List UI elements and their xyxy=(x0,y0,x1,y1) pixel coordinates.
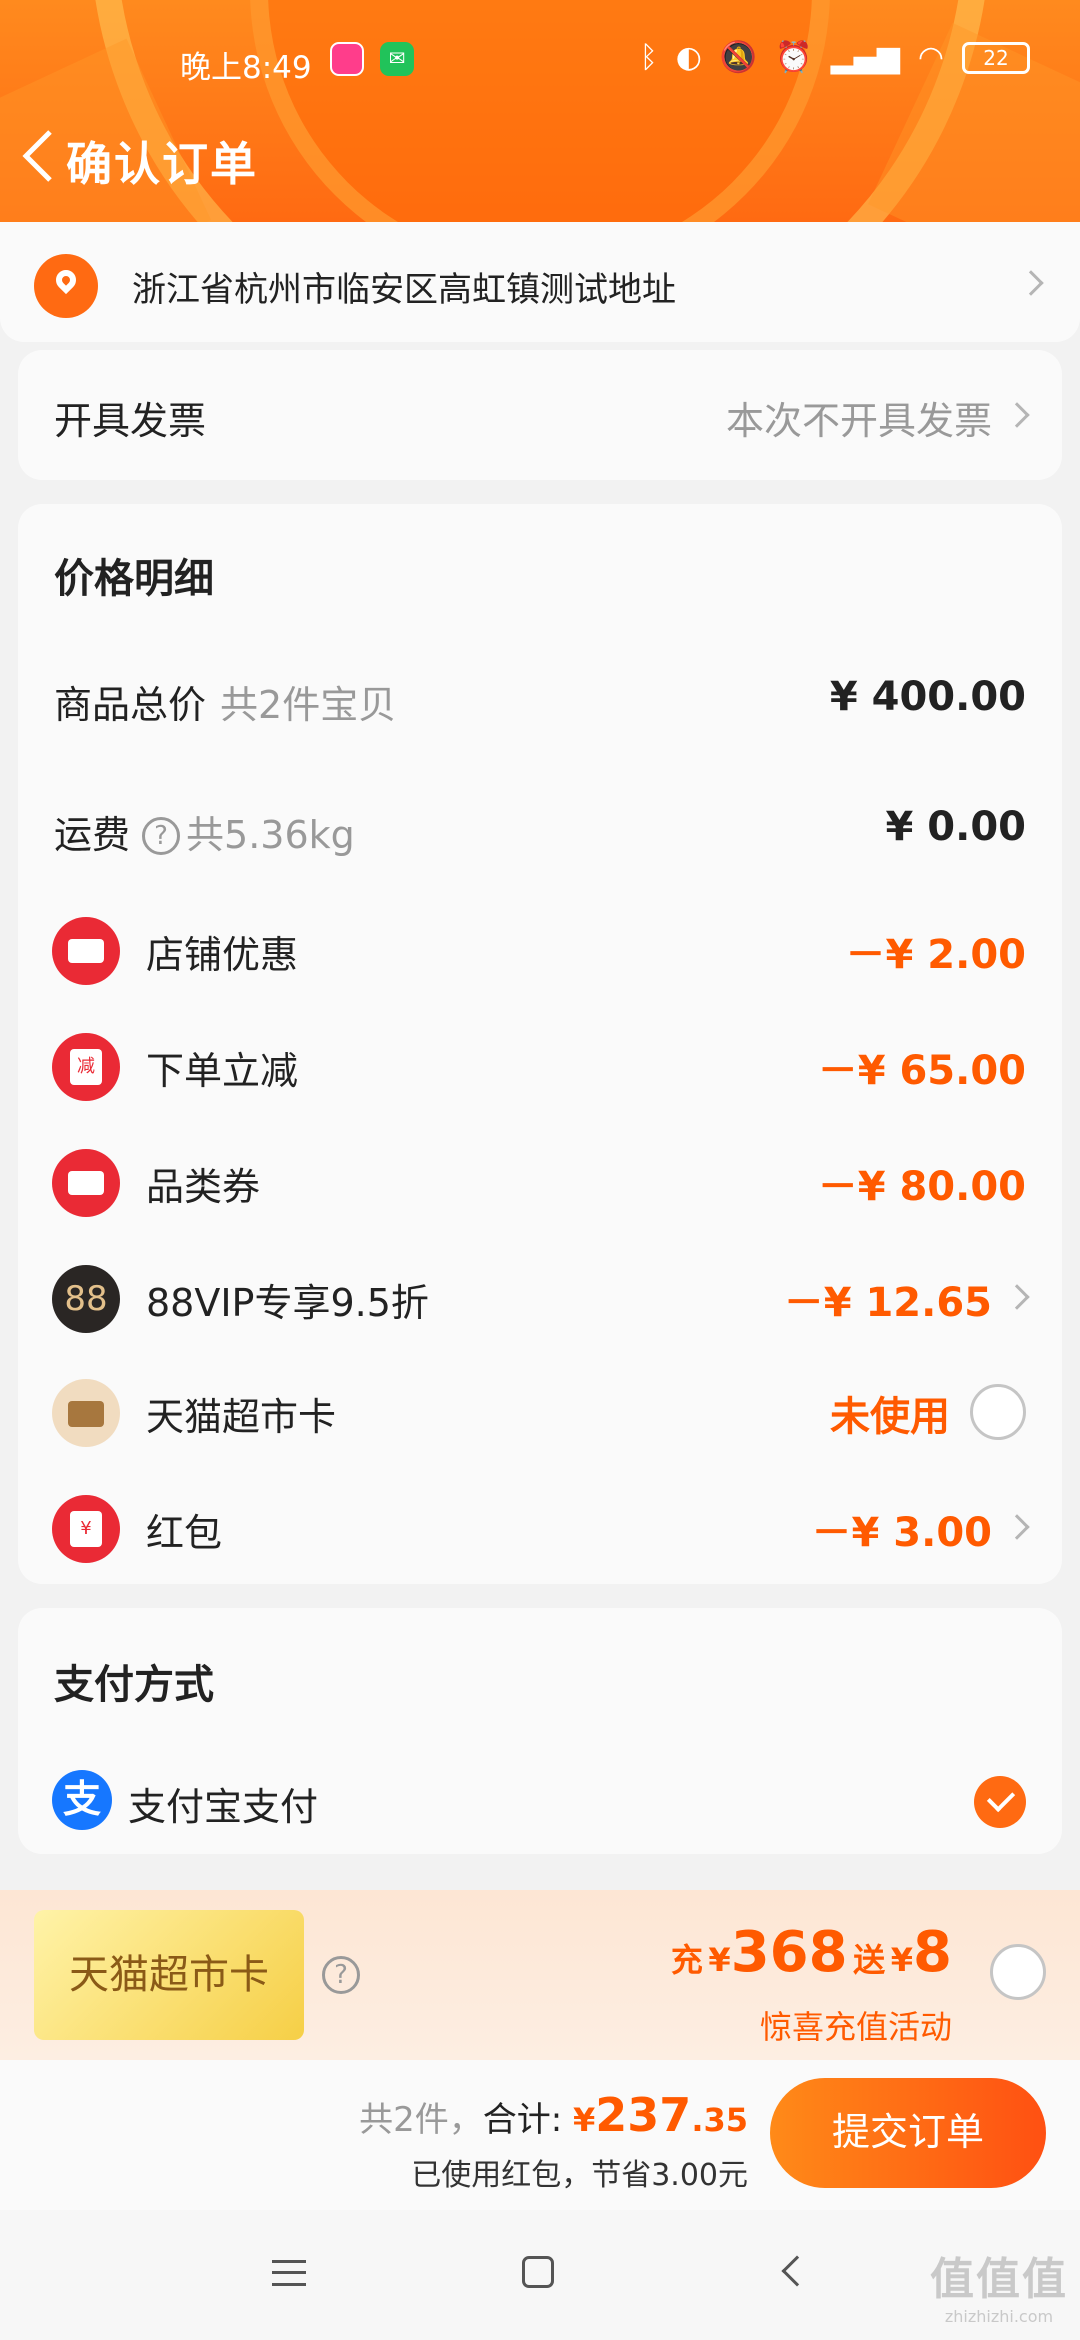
total-line: 共2件，合计: ¥237.35 xyxy=(359,2088,748,2142)
system-nav-bar: 值值值 zhizhizhi.com xyxy=(0,2210,1080,2340)
checkout-bar: 共2件，合计: ¥237.35 已使用红包，节省3.00元 提交订单 xyxy=(0,2060,1080,2210)
invoice-value: 本次不开具发票 xyxy=(725,399,992,443)
recharge-offer: 充 ¥368 送 ¥8 xyxy=(670,1920,952,1985)
wechat-icon: ✉ xyxy=(380,42,414,76)
question-icon[interactable]: ? xyxy=(322,1956,360,1994)
goods-total-text: 商品总价 xyxy=(54,683,207,727)
alipay-label[interactable]: 支付宝支付 xyxy=(128,1776,318,1831)
tmall-card-badge: 天猫超市卡 xyxy=(34,1910,304,2040)
shipping-amount: ¥ 0.00 xyxy=(885,804,1026,850)
tmall-card-radio[interactable] xyxy=(970,1384,1026,1440)
total-amount: ¥237.35 xyxy=(573,2088,748,2142)
discount-label: 下单立减 xyxy=(146,1049,299,1093)
status-bar: 晚上8:49 ✉ ᛒ ◐ 🔕 ⏰ ▂▄▆ ◠ 22 xyxy=(0,30,1080,90)
discount-row-category[interactable]: 品类券 －¥ 80.00 xyxy=(18,1142,1062,1222)
page-title: 确认订单 xyxy=(66,137,258,191)
header: 晚上8:49 ✉ ᛒ ◐ 🔕 ⏰ ▂▄▆ ◠ 22 确认订单 xyxy=(0,0,1080,222)
address-row[interactable]: 浙江省杭州市临安区高虹镇测试地址 xyxy=(0,222,1080,342)
payment-card: 支付方式 支 支付宝支付 xyxy=(18,1608,1062,1854)
discount-row-shop[interactable]: 店铺优惠 －¥ 2.00 xyxy=(18,910,1062,990)
goods-count: 共2件宝贝 xyxy=(220,683,397,727)
discount-amount: －¥ 3.00 xyxy=(811,1510,992,1556)
status-time: 晚上8:49 xyxy=(180,50,312,86)
alarm-icon: ⏰ xyxy=(775,40,813,75)
category-coupon-icon xyxy=(52,1149,120,1217)
savings-text: 已使用红包，节省3.00元 xyxy=(411,2158,748,2193)
back-arrow-icon[interactable] xyxy=(18,128,58,184)
payment-title: 支付方式 xyxy=(54,1662,214,1708)
invoice-label: 开具发票 xyxy=(54,399,207,443)
recharge-radio[interactable] xyxy=(990,1944,1046,2000)
battery-icon: 22 xyxy=(962,41,1030,74)
discount-row-88vip[interactable]: 88 88VIP专享9.5折 －¥ 12.65 xyxy=(18,1258,1062,1338)
location-pin-icon xyxy=(34,254,98,318)
chevron-right-icon xyxy=(1004,402,1030,428)
question-icon[interactable]: ? xyxy=(142,816,181,855)
goods-total-label: 商品总价 共2件宝贝 xyxy=(54,674,396,729)
discount-label: 88VIP专享9.5折 xyxy=(146,1281,429,1325)
menu-icon[interactable] xyxy=(272,2260,306,2286)
watermark: 值值值 zhizhizhi.com xyxy=(930,2254,1068,2326)
discount-amount: －¥ 80.00 xyxy=(817,1164,1026,1210)
chevron-right-icon xyxy=(1018,270,1044,296)
chevron-right-icon xyxy=(1004,1514,1030,1540)
discount-amount: －¥ 2.00 xyxy=(845,932,1026,978)
price-detail-title: 价格明细 xyxy=(54,556,214,602)
signal-icon: ▂▄▆ xyxy=(830,40,900,75)
recharge-subtitle: 惊喜充值活动 xyxy=(759,2008,952,2046)
invoice-row[interactable]: 开具发票 本次不开具发票 xyxy=(18,350,1062,480)
discount-amount: －¥ 12.65 xyxy=(783,1280,992,1326)
alipay-icon: 支 xyxy=(52,1770,112,1830)
nfc-icon: ◐ xyxy=(675,40,702,75)
recharge-promo-banner[interactable]: 天猫超市卡 ? 充 ¥368 送 ¥8 惊喜充值活动 xyxy=(0,1890,1080,2060)
shipping-label: 运费? 共5.36kg xyxy=(54,804,355,859)
discount-label: 品类券 xyxy=(146,1165,261,1209)
instant-discount-icon: 减 xyxy=(52,1033,120,1101)
shipping-text: 运费 xyxy=(54,813,131,857)
notification-app-icon xyxy=(330,42,364,76)
goods-total-amount: ¥ 400.00 xyxy=(829,674,1026,720)
discount-label: 天猫超市卡 xyxy=(146,1395,337,1439)
wifi-icon: ◠ xyxy=(917,40,944,75)
address-text: 浙江省杭州市临安区高虹镇测试地址 xyxy=(132,270,676,310)
tmall-card-icon xyxy=(52,1379,120,1447)
back-icon[interactable] xyxy=(781,2255,813,2287)
checkmark-icon[interactable] xyxy=(974,1776,1026,1828)
discount-label: 红包 xyxy=(146,1511,223,1555)
price-detail-card: 价格明细 商品总价 共2件宝贝 ¥ 400.00 运费? 共5.36kg ¥ 0.0… xyxy=(18,504,1062,1584)
total-label: 合计: xyxy=(482,2100,563,2140)
chevron-right-icon xyxy=(1004,1284,1030,1310)
discount-amount: 未使用 xyxy=(830,1394,950,1440)
discount-row-red-packet[interactable]: ¥ 红包 －¥ 3.00 xyxy=(18,1488,1062,1568)
silent-icon: 🔕 xyxy=(719,40,758,75)
red-packet-icon: ¥ xyxy=(52,1495,120,1563)
bluetooth-icon: ᛒ xyxy=(639,40,658,75)
discount-label: 店铺优惠 xyxy=(146,933,299,977)
shipping-weight: 共5.36kg xyxy=(186,813,355,857)
submit-order-button[interactable]: 提交订单 xyxy=(770,2078,1046,2188)
shop-coupon-icon xyxy=(52,917,120,985)
status-icons: ᛒ ◐ 🔕 ⏰ ▂▄▆ ◠ 22 xyxy=(640,40,1030,75)
home-icon[interactable] xyxy=(522,2256,554,2288)
item-count: 共2件， xyxy=(359,2100,483,2140)
88vip-icon: 88 xyxy=(52,1265,120,1333)
discount-amount: －¥ 65.00 xyxy=(817,1048,1026,1094)
discount-row-tmall-card[interactable]: 天猫超市卡 未使用 xyxy=(18,1372,1062,1452)
discount-row-instant[interactable]: 减 下单立减 －¥ 65.00 xyxy=(18,1026,1062,1106)
